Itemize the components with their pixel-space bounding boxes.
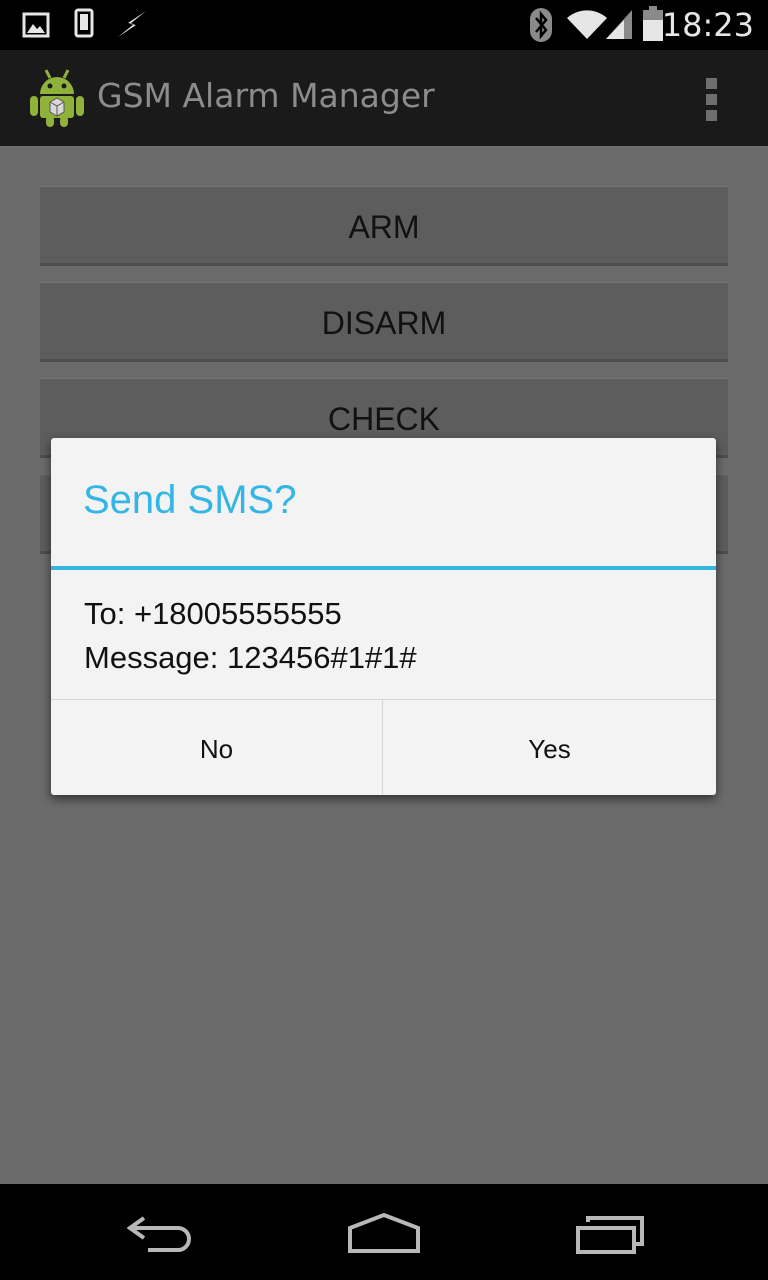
- action-bar: GSM Alarm Manager: [0, 50, 768, 146]
- battery-icon: [643, 6, 663, 41]
- status-time: 18:23: [661, 6, 754, 44]
- signal-icon: [606, 10, 632, 39]
- phone-icon: [74, 8, 94, 38]
- home-icon[interactable]: [344, 1212, 424, 1254]
- overflow-menu-button[interactable]: [700, 78, 724, 122]
- yes-button[interactable]: Yes: [383, 700, 716, 795]
- bluetooth-icon: [530, 8, 552, 42]
- overflow-dot: [706, 110, 717, 121]
- screen: 18:23 GSM Alarm Manager ARM DISARM CHECK…: [0, 0, 768, 1280]
- dialog-message: To: +18005555555 Message: 123456#1#1#: [84, 592, 417, 680]
- wifi-icon: [567, 10, 607, 39]
- navigation-bar: [0, 1184, 768, 1280]
- usb-debug-icon: [118, 11, 146, 37]
- dialog-title: Send SMS?: [83, 478, 297, 522]
- send-sms-dialog: Send SMS? To: +18005555555 Message: 1234…: [51, 438, 716, 795]
- no-button[interactable]: No: [51, 700, 383, 795]
- overflow-dot: [706, 94, 717, 105]
- back-icon[interactable]: [122, 1214, 198, 1254]
- android-robot-icon[interactable]: [28, 66, 86, 128]
- status-bar: 18:23: [0, 0, 768, 50]
- disarm-button[interactable]: DISARM: [40, 282, 728, 362]
- dialog-message-line: Message: 123456#1#1#: [84, 640, 417, 675]
- app-title: GSM Alarm Manager: [97, 76, 435, 115]
- dialog-to-line: To: +18005555555: [84, 596, 342, 631]
- dialog-button-bar: No Yes: [51, 699, 716, 795]
- dialog-divider: [51, 566, 716, 570]
- gallery-icon: [22, 12, 50, 38]
- arm-button[interactable]: ARM: [40, 186, 728, 266]
- overflow-menu-icon: [706, 78, 717, 89]
- recents-icon[interactable]: [572, 1214, 648, 1256]
